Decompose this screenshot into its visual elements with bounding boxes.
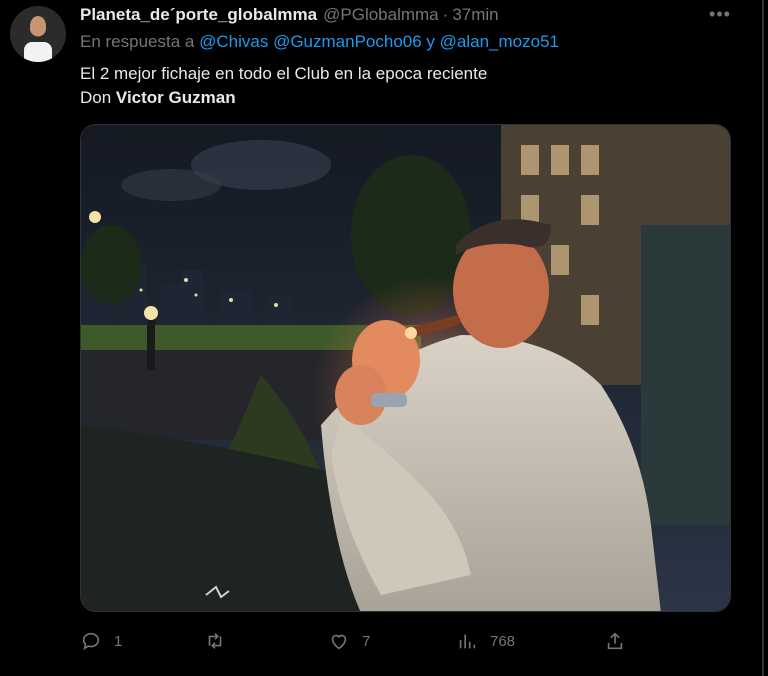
- user-handle[interactable]: @PGlobalmma: [323, 5, 439, 25]
- tweet-card[interactable]: Planeta_de´porte_globalmma @PGlobalmma ·…: [0, 0, 768, 676]
- tweet-header: Planeta_de´porte_globalmma @PGlobalmma ·…: [80, 4, 499, 26]
- more-horizontal-icon: •••: [709, 3, 731, 24]
- scrollbar-divider: [762, 0, 764, 676]
- more-options-button[interactable]: •••: [708, 2, 732, 26]
- reply-count: 1: [114, 632, 123, 650]
- timestamp[interactable]: 37min: [452, 5, 498, 25]
- reply-prefix: En respuesta a: [80, 32, 195, 51]
- display-name[interactable]: Planeta_de´porte_globalmma: [80, 5, 317, 25]
- night-photo-illustration: [81, 125, 730, 611]
- tweet-text-prefix: Don: [80, 88, 112, 107]
- mention-chivas[interactable]: @Chivas: [199, 32, 268, 51]
- like-button[interactable]: 7: [328, 626, 370, 656]
- tweet-text: El 2 mejor fichaje en todo el Club en la…: [80, 62, 487, 110]
- avatar[interactable]: [10, 6, 66, 62]
- avatar-head: [30, 16, 46, 36]
- mention-alan-mozo51[interactable]: @alan_mozo51: [440, 32, 559, 51]
- views-count: 768: [490, 632, 516, 650]
- tweet-text-line-2: Don Victor Guzman: [80, 86, 487, 110]
- separator-dot: ·: [442, 5, 449, 24]
- tweet-text-line-1: El 2 mejor fichaje en todo el Club en la…: [80, 64, 488, 83]
- avatar-shirt: [24, 42, 52, 62]
- tweet-text-bold-name: Victor Guzman: [115, 88, 236, 107]
- tweet-photo[interactable]: [80, 124, 731, 612]
- share-icon: [607, 632, 623, 650]
- retweet-button[interactable]: [204, 626, 238, 656]
- reply-context: En respuesta a @Chivas @GuzmanPocho06 y …: [80, 32, 559, 52]
- action-bar: 1 7 768: [80, 626, 640, 656]
- views-button[interactable]: 768: [456, 626, 515, 656]
- retweet-icon: [208, 633, 222, 649]
- views-chart-icon: [459, 634, 476, 649]
- reply-icon: [82, 632, 100, 651]
- share-button[interactable]: [604, 626, 638, 656]
- heart-icon: [331, 634, 347, 650]
- like-count: 7: [362, 632, 371, 650]
- reply-button[interactable]: 1: [80, 626, 122, 656]
- reply-conjunction: y: [426, 32, 435, 51]
- mention-guzmanpocho06[interactable]: @GuzmanPocho06: [273, 32, 422, 51]
